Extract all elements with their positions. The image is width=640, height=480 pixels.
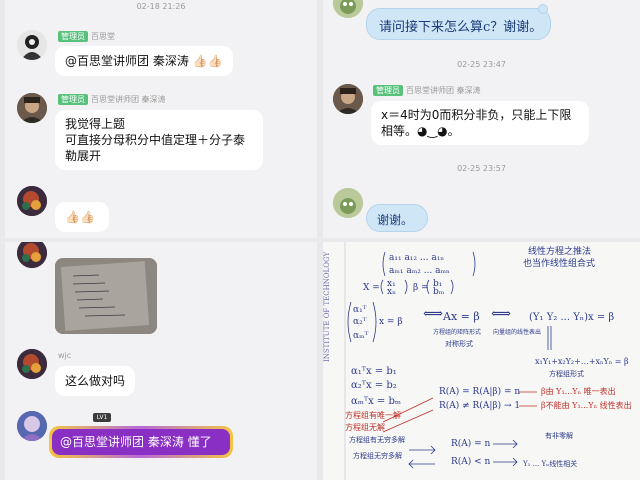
avatar[interactable]	[333, 0, 363, 18]
svg-text:β =: β =	[413, 283, 429, 293]
message-line: x＝4时为0而积分非负，只能上下限	[381, 108, 572, 122]
equation: x₁Y₁+x₂Y₂+…+xₙYₙ = β	[535, 357, 629, 366]
matrix-row-label: α₁ᵀ	[353, 305, 367, 315]
message-bubble[interactable]: @百思堂讲师团 秦深涛 👍🏻👍🏻	[55, 46, 233, 76]
red-note: β由 Y₁...Yₙ 唯一表出	[541, 386, 616, 396]
avatar[interactable]	[17, 186, 47, 216]
sender-name: wjc	[58, 351, 72, 360]
rank-condition: R(A) < n	[451, 456, 491, 467]
note-text: 对称形式	[445, 339, 473, 348]
svg-text:方程组有无穷多解: 方程组有无穷多解	[349, 435, 405, 444]
equation: α₂ᵀx = b₂	[351, 380, 397, 391]
avatar[interactable]	[333, 84, 363, 114]
svg-text:⟺: ⟺	[491, 306, 511, 322]
notebook-photo	[55, 258, 157, 334]
equation: x = β	[379, 317, 403, 327]
rank-condition: R(A) = n	[451, 438, 491, 449]
cloud-bubble[interactable]: 请问接下来怎么算c？谢谢。	[366, 8, 551, 40]
message-bubble[interactable]: 这么做对吗	[55, 366, 135, 396]
svg-text:⟺: ⟺	[423, 306, 443, 322]
note-text: 也当作线性组合式	[523, 257, 595, 269]
svg-text:bₘ: bₘ	[433, 287, 445, 297]
side-text: INSTITUTE OF TECHNOLOGY	[323, 252, 331, 362]
matrix-row-label: αₘᵀ	[353, 331, 369, 341]
rank-condition: R(A) = R(A|β) = n	[439, 386, 520, 397]
bubble-decoration	[538, 4, 548, 14]
note-text: 线性方程之推法	[528, 245, 591, 257]
avatar[interactable]	[17, 349, 47, 379]
message-line: 勒展开	[65, 149, 102, 163]
svg-text:aₘ₁ aₘ₂ ... aₘₙ: aₘ₁ aₘ₂ ... aₘₙ	[389, 266, 450, 276]
message-line: 可直接分母积分中值定理＋分子泰	[65, 133, 246, 147]
message-line: 我觉得上题	[65, 117, 126, 131]
sender-name: 百思堂讲师团 秦深涛	[91, 95, 166, 104]
sender-name: 百思堂	[91, 32, 115, 41]
message-line: 相等。◕‿◕。	[381, 124, 460, 138]
timestamp: 02-25 23:47	[457, 60, 506, 69]
handwritten-notes: INSTITUTE OF TECHNOLOGY 线性方程之推法 也当作线性组合式…	[323, 242, 640, 480]
svg-text:a₁₁ a₁₂ ... a₁ₙ: a₁₁ a₁₂ ... a₁ₙ	[389, 253, 444, 263]
note-text: 方程组形式	[549, 369, 584, 378]
avatar[interactable]	[17, 242, 47, 268]
rank-condition: R(A) ≠ R(A|β) → 1	[439, 400, 520, 411]
equation: Ax = β	[442, 310, 480, 323]
svg-text:X =: X =	[363, 283, 380, 293]
decorated-message-bubble[interactable]: @百思堂讲师团 秦深涛 懂了	[49, 426, 233, 458]
chat-panel-top-left: 02-18 21:26 管理员 百思堂 @百思堂讲师团 秦深涛 👍🏻👍🏻 管理员…	[5, 0, 317, 238]
avatar[interactable]	[17, 411, 47, 441]
chat-panel-top-right: 请问接下来怎么算c？谢谢。 02-25 23:47 管理员 百思堂讲师团 秦深涛…	[323, 0, 640, 238]
level-badge: LV1	[93, 413, 111, 422]
message-bubble[interactable]: 👍🏻👍🏻	[55, 202, 109, 232]
sender-name: 百思堂讲师团 秦深涛	[406, 86, 481, 95]
chat-panel-bottom-left: wjc 这么做对吗 LV1 @百思堂讲师团 秦深涛 懂了	[5, 242, 317, 480]
message-text: 请问接下来怎么算c？谢谢。	[379, 20, 543, 35]
avatar[interactable]	[17, 30, 47, 60]
message-text: 谢谢。	[377, 213, 414, 227]
message-bubble[interactable]: 我觉得上题 可直接分母积分中值定理＋分子泰 勒展开	[55, 110, 263, 170]
avatar[interactable]	[333, 188, 363, 218]
red-note: 方程组无解	[345, 422, 385, 432]
notes-image-panel[interactable]: INSTITUTE OF TECHNOLOGY 线性方程之推法 也当作线性组合式…	[323, 242, 640, 480]
equation: αₘᵀx = bₘ	[351, 396, 401, 407]
red-note: β不能由 Y₁...Yₙ 线性表出	[541, 400, 632, 410]
admin-badge: 管理员	[58, 94, 88, 105]
photo-attachment[interactable]	[55, 258, 157, 334]
svg-text:xₙ: xₙ	[387, 287, 396, 297]
message-text: @百思堂讲师团 秦深涛 懂了	[52, 429, 230, 455]
avatar[interactable]	[17, 93, 47, 123]
note-text: 方程组无穷多解	[353, 451, 402, 460]
admin-badge: 管理员	[373, 85, 403, 96]
equation: α₁ᵀx = b₁	[351, 366, 397, 377]
note-text: 方程组的矩阵形式	[433, 328, 481, 336]
timestamp: 02-25 23:57	[457, 164, 506, 173]
equation: (Y₁ Y₂ ... Yₙ)x = β	[529, 312, 614, 323]
note-text: 有非零解	[545, 431, 573, 440]
note-text: 向量组的线性表出	[493, 328, 541, 336]
admin-badge: 管理员	[58, 31, 88, 42]
matrix-row-label: α₂ᵀ	[353, 317, 367, 327]
note-text: Y₁ ... Yₙ线性相关	[522, 459, 577, 468]
message-bubble[interactable]: x＝4时为0而积分非负，只能上下限 相等。◕‿◕。	[371, 101, 589, 145]
timestamp: 02-18 21:26	[136, 2, 186, 11]
red-note: 方程组有唯一解	[345, 410, 401, 420]
cloud-bubble[interactable]: 谢谢。	[366, 204, 428, 232]
